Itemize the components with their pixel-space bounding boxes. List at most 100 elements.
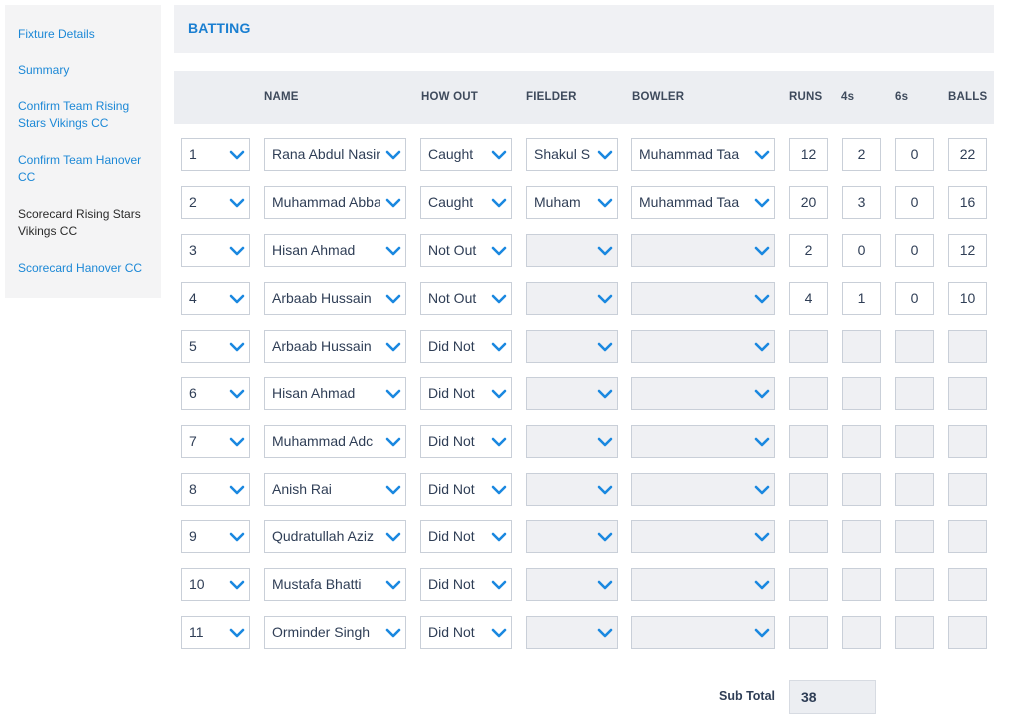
balls-input[interactable]: 16 bbox=[948, 186, 987, 219]
balls-input[interactable]: 12 bbox=[948, 234, 987, 267]
fielder-select[interactable] bbox=[526, 282, 618, 315]
sixes-input[interactable] bbox=[895, 568, 934, 601]
bowler-select[interactable]: Muhammad Taa bbox=[631, 186, 775, 219]
fours-input[interactable] bbox=[842, 568, 881, 601]
runs-input[interactable] bbox=[789, 616, 828, 649]
how-out-select[interactable]: Caught bbox=[420, 186, 512, 219]
how-out-select[interactable]: Did Not bbox=[420, 568, 512, 601]
bowler-select[interactable] bbox=[631, 473, 775, 506]
fours-input[interactable] bbox=[842, 425, 881, 458]
runs-input[interactable] bbox=[789, 473, 828, 506]
fours-input[interactable]: 2 bbox=[842, 138, 881, 171]
sixes-input[interactable]: 0 bbox=[895, 234, 934, 267]
balls-input[interactable] bbox=[948, 425, 987, 458]
runs-input[interactable] bbox=[789, 330, 828, 363]
bowler-select[interactable] bbox=[631, 282, 775, 315]
balls-input[interactable] bbox=[948, 330, 987, 363]
sixes-input[interactable]: 0 bbox=[895, 186, 934, 219]
name-select[interactable]: Anish Rai bbox=[264, 473, 406, 506]
how-out-select[interactable]: Did Not bbox=[420, 473, 512, 506]
fours-input[interactable] bbox=[842, 520, 881, 553]
name-select[interactable]: Arbaab Hussain bbox=[264, 330, 406, 363]
sidebar-item-summary[interactable]: Summary bbox=[18, 62, 156, 79]
runs-input[interactable]: 12 bbox=[789, 138, 828, 171]
fielder-select[interactable]: Muham bbox=[526, 186, 618, 219]
fours-input[interactable] bbox=[842, 473, 881, 506]
how-out-select[interactable]: Did Not bbox=[420, 330, 512, 363]
name-select[interactable]: Arbaab Hussain bbox=[264, 282, 406, 315]
name-select[interactable]: Orminder Singh bbox=[264, 616, 406, 649]
how-out-select[interactable]: Did Not bbox=[420, 377, 512, 410]
sixes-input[interactable] bbox=[895, 425, 934, 458]
fielder-select[interactable] bbox=[526, 520, 618, 553]
name-select[interactable]: Hisan Ahmad bbox=[264, 377, 406, 410]
runs-input[interactable] bbox=[789, 425, 828, 458]
balls-input[interactable] bbox=[948, 568, 987, 601]
how-out-select[interactable]: Did Not bbox=[420, 520, 512, 553]
runs-input[interactable] bbox=[789, 377, 828, 410]
sixes-input[interactable] bbox=[895, 616, 934, 649]
name-select[interactable]: Muhammad Abbas bbox=[264, 186, 406, 219]
fielder-select[interactable] bbox=[526, 234, 618, 267]
fours-input[interactable] bbox=[842, 616, 881, 649]
name-select[interactable]: Qudratullah Aziz bbox=[264, 520, 406, 553]
how-out-select[interactable]: Caught bbox=[420, 138, 512, 171]
position-select[interactable]: 10 bbox=[181, 568, 250, 601]
sidebar-item-fixture-details[interactable]: Fixture Details bbox=[18, 26, 156, 43]
balls-input[interactable]: 22 bbox=[948, 138, 987, 171]
position-select[interactable]: 3 bbox=[181, 234, 250, 267]
fielder-select[interactable]: Shakul S bbox=[526, 138, 618, 171]
position-select[interactable]: 2 bbox=[181, 186, 250, 219]
sixes-input[interactable] bbox=[895, 520, 934, 553]
sixes-input[interactable] bbox=[895, 473, 934, 506]
position-select[interactable]: 11 bbox=[181, 616, 250, 649]
balls-input[interactable] bbox=[948, 616, 987, 649]
name-select[interactable]: Hisan Ahmad bbox=[264, 234, 406, 267]
sixes-input[interactable] bbox=[895, 330, 934, 363]
position-select[interactable]: 5 bbox=[181, 330, 250, 363]
bowler-select[interactable] bbox=[631, 330, 775, 363]
runs-input[interactable] bbox=[789, 568, 828, 601]
sixes-input[interactable]: 0 bbox=[895, 138, 934, 171]
fours-input[interactable]: 3 bbox=[842, 186, 881, 219]
balls-input[interactable]: 10 bbox=[948, 282, 987, 315]
sixes-input[interactable] bbox=[895, 377, 934, 410]
fours-input[interactable] bbox=[842, 377, 881, 410]
fielder-select[interactable] bbox=[526, 377, 618, 410]
runs-input[interactable]: 2 bbox=[789, 234, 828, 267]
fours-input[interactable] bbox=[842, 330, 881, 363]
position-select[interactable]: 1 bbox=[181, 138, 250, 171]
position-select[interactable]: 9 bbox=[181, 520, 250, 553]
how-out-select[interactable]: Not Out bbox=[420, 282, 512, 315]
how-out-select[interactable]: Not Out bbox=[420, 234, 512, 267]
fielder-select[interactable] bbox=[526, 568, 618, 601]
runs-input[interactable]: 4 bbox=[789, 282, 828, 315]
bowler-select[interactable] bbox=[631, 616, 775, 649]
balls-input[interactable] bbox=[948, 473, 987, 506]
position-select[interactable]: 7 bbox=[181, 425, 250, 458]
bowler-select[interactable] bbox=[631, 425, 775, 458]
bowler-select[interactable]: Muhammad Taa bbox=[631, 138, 775, 171]
name-select[interactable]: Muhammad Adc bbox=[264, 425, 406, 458]
fielder-select[interactable] bbox=[526, 616, 618, 649]
position-select[interactable]: 4 bbox=[181, 282, 250, 315]
position-select[interactable]: 8 bbox=[181, 473, 250, 506]
runs-input[interactable]: 20 bbox=[789, 186, 828, 219]
sidebar-item-confirm-team-rising-stars[interactable]: Confirm Team Rising Stars Vikings CC bbox=[18, 98, 156, 132]
bowler-select[interactable] bbox=[631, 520, 775, 553]
fielder-select[interactable] bbox=[526, 473, 618, 506]
how-out-select[interactable]: Did Not bbox=[420, 425, 512, 458]
fielder-select[interactable] bbox=[526, 425, 618, 458]
fours-input[interactable]: 1 bbox=[842, 282, 881, 315]
balls-input[interactable] bbox=[948, 377, 987, 410]
fours-input[interactable]: 0 bbox=[842, 234, 881, 267]
how-out-select[interactable]: Did Not bbox=[420, 616, 512, 649]
bowler-select[interactable] bbox=[631, 377, 775, 410]
name-select[interactable]: Rana Abdul Nasir bbox=[264, 138, 406, 171]
balls-input[interactable] bbox=[948, 520, 987, 553]
name-select[interactable]: Mustafa Bhatti bbox=[264, 568, 406, 601]
runs-input[interactable] bbox=[789, 520, 828, 553]
fielder-select[interactable] bbox=[526, 330, 618, 363]
bowler-select[interactable] bbox=[631, 234, 775, 267]
position-select[interactable]: 6 bbox=[181, 377, 250, 410]
